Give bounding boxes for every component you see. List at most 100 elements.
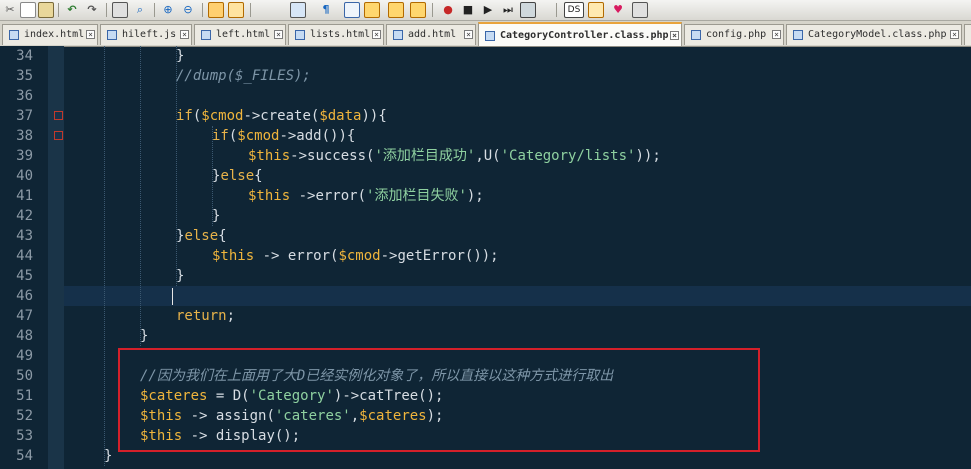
toolbar-separator: [106, 3, 107, 17]
file-icon: [9, 30, 19, 40]
current-line-highlight: [64, 286, 971, 306]
code-line[interactable]: }: [176, 266, 184, 286]
line-number: 51: [16, 388, 33, 404]
line-number: 48: [16, 328, 33, 344]
line-number: 46: [16, 288, 33, 304]
tab-hileft-js[interactable]: hileft.js ×: [100, 24, 192, 45]
zoom-out-icon[interactable]: ⊖: [180, 2, 196, 18]
code-line[interactable]: //dump($_FILES);: [176, 66, 311, 86]
line-number: 34: [16, 48, 33, 64]
code-token: )){: [361, 108, 387, 124]
macro-play-icon[interactable]: [388, 2, 404, 18]
code-token: ;: [226, 308, 236, 324]
line-number: 47: [16, 308, 33, 324]
play-icon[interactable]: ▶: [480, 2, 496, 18]
zoom-in-icon[interactable]: ⊕: [160, 2, 176, 18]
save-macro-icon[interactable]: [410, 2, 426, 18]
toolbar-separator: [432, 3, 433, 17]
macro-record-icon[interactable]: [344, 2, 360, 18]
indent-guide-icon[interactable]: ¶: [318, 2, 334, 18]
tab-config-php[interactable]: config.php ×: [684, 24, 784, 45]
file-icon: [485, 31, 495, 41]
code-line[interactable]: $this ->error('添加栏目失败');: [248, 186, 484, 206]
close-icon[interactable]: ×: [670, 31, 679, 40]
tab-category-controller[interactable]: CategoryController.class.php ×: [478, 22, 682, 46]
spell-check-icon[interactable]: DS: [564, 2, 584, 18]
undo-icon[interactable]: ↶: [64, 2, 80, 18]
code-token: ));: [635, 148, 661, 164]
wrap-icon[interactable]: [290, 2, 306, 18]
tab-left-html[interactable]: left.html ×: [194, 24, 286, 45]
line-number: 43: [16, 228, 33, 244]
text-caret: [172, 288, 173, 305]
tab-overflow[interactable]: [964, 24, 971, 45]
code-line[interactable]: $this->success('添加栏目成功',U('Category/list…: [248, 146, 661, 166]
copy-icon[interactable]: [20, 2, 36, 18]
redo-icon[interactable]: ↷: [84, 2, 100, 18]
line-number: 42: [16, 208, 33, 224]
code-line[interactable]: if($cmod->add()){: [212, 126, 355, 146]
macro-stop-icon[interactable]: [364, 2, 380, 18]
close-icon[interactable]: ×: [464, 30, 473, 39]
tab-lists-html[interactable]: lists.html ×: [288, 24, 384, 45]
code-line[interactable]: }else{: [176, 226, 227, 246]
print-icon[interactable]: [112, 2, 128, 18]
close-icon[interactable]: ×: [772, 30, 781, 39]
tab-label: left.html: [216, 29, 271, 40]
code-line[interactable]: }else{: [212, 166, 263, 186]
stop-icon[interactable]: ■: [460, 2, 476, 18]
line-number: 49: [16, 348, 33, 364]
code-token: ->success(: [290, 148, 375, 164]
code-token: $cmod: [237, 128, 280, 144]
tab-add-html[interactable]: add.html ×: [386, 24, 476, 45]
code-token: return: [176, 308, 227, 324]
plugin-icon[interactable]: [632, 2, 648, 18]
code-token: }: [212, 208, 221, 224]
line-number: 38: [16, 128, 33, 144]
tab-category-model[interactable]: CategoryModel.class.php ×: [786, 24, 962, 45]
code-line[interactable]: }: [212, 206, 220, 226]
tab-label: CategoryModel.class.php: [808, 29, 947, 40]
code-line[interactable]: }: [140, 326, 148, 346]
close-icon[interactable]: ×: [86, 30, 95, 39]
save-recording-icon[interactable]: [520, 2, 536, 18]
favorite-icon[interactable]: ♥: [610, 2, 626, 18]
annotation-highlight-box: [118, 348, 760, 452]
line-number: 35: [16, 68, 33, 84]
code-token: }: [140, 328, 149, 344]
code-line[interactable]: }: [176, 46, 184, 66]
code-token: $this: [248, 188, 291, 204]
code-token: );: [466, 188, 484, 204]
close-icon[interactable]: ×: [274, 30, 283, 39]
code-line[interactable]: return;: [176, 306, 235, 326]
code-line[interactable]: if($cmod->create($data)){: [176, 106, 387, 126]
code-line[interactable]: $this -> error($cmod->getError());: [212, 246, 499, 266]
fold-marker[interactable]: [54, 111, 63, 120]
settings-icon[interactable]: [588, 2, 604, 18]
fold-marker[interactable]: [54, 131, 63, 140]
record-icon[interactable]: ●: [440, 2, 456, 18]
find-icon[interactable]: ⌕: [132, 2, 148, 18]
sync-icon[interactable]: [228, 2, 244, 18]
file-icon: [295, 30, 305, 40]
code-token: //dump($_FILES);: [176, 68, 311, 84]
line-number: 40: [16, 168, 33, 184]
code-line[interactable]: }: [104, 446, 112, 466]
tab-label: hileft.js: [122, 29, 177, 40]
fold-margin[interactable]: [48, 46, 64, 469]
toolbar-separator: [58, 3, 59, 17]
close-icon[interactable]: ×: [950, 30, 959, 39]
toolbar-separator: [154, 3, 155, 17]
code-token: else: [184, 228, 219, 244]
paste-icon[interactable]: [38, 2, 54, 18]
code-token: $cmod: [338, 248, 381, 264]
cut-icon[interactable]: ✂: [2, 2, 18, 18]
tab-index-html[interactable]: index.html ×: [2, 24, 98, 45]
replace-icon[interactable]: [208, 2, 224, 18]
close-icon[interactable]: ×: [372, 30, 381, 39]
code-token: $this: [248, 148, 291, 164]
line-number: 50: [16, 368, 33, 384]
file-icon: [201, 30, 211, 40]
play-multiple-icon[interactable]: ⏭: [500, 2, 516, 18]
close-icon[interactable]: ×: [180, 30, 189, 39]
